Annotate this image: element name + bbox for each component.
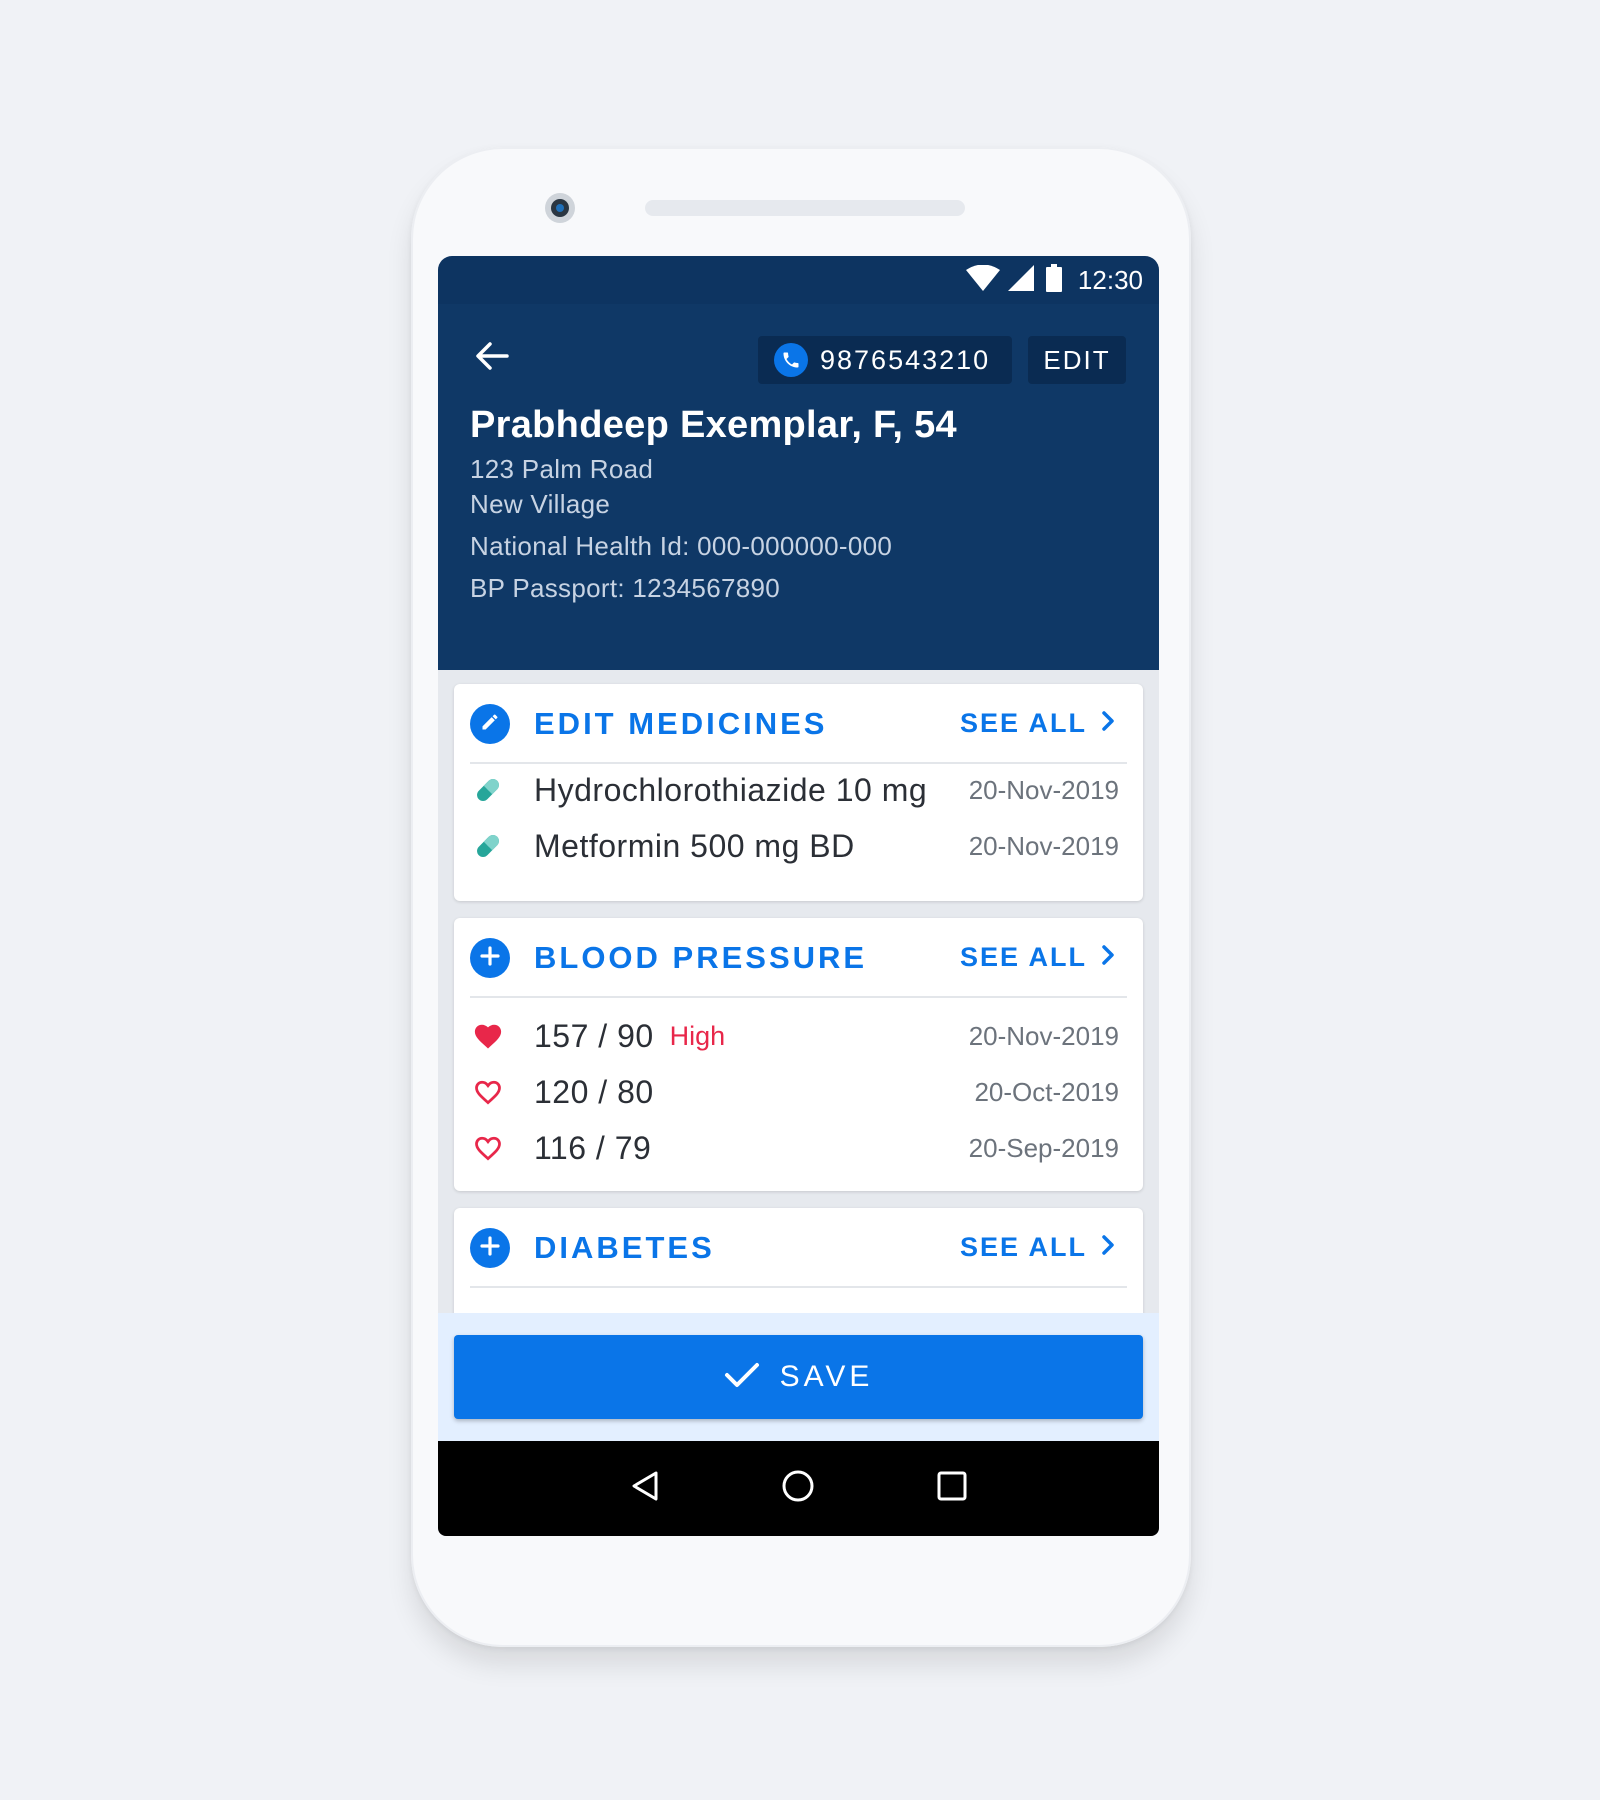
patient-name: Prabhdeep Exemplar, F, 54: [470, 404, 957, 446]
wifi-icon: [965, 264, 1000, 296]
back-arrow-icon: [475, 341, 509, 376]
bp-passport: BP Passport: 1234567890: [470, 573, 780, 603]
diabetes-title: DIABETES: [534, 1230, 715, 1265]
bp-reading-value: 120 / 80: [534, 1073, 654, 1110]
bp-reading-row: 157 / 90 High 20-Nov-2019: [470, 1012, 1119, 1060]
plus-icon: [480, 945, 500, 971]
front-camera: [545, 193, 575, 223]
bp-reading-date: 20-Nov-2019: [968, 1020, 1119, 1051]
plus-icon: [480, 1235, 500, 1261]
outline-heart-icon: [470, 1078, 506, 1106]
bp-reading-row: 120 / 80 20-Oct-2019: [470, 1068, 1119, 1116]
bp-reading-date: 20-Sep-2019: [968, 1132, 1119, 1163]
see-all-label: SEE ALL: [959, 708, 1087, 738]
earpiece-speaker: [645, 200, 965, 216]
save-bar: SAVE: [438, 1313, 1159, 1441]
nav-home-button[interactable]: [774, 1465, 822, 1513]
chevron-right-icon: [1101, 708, 1115, 739]
medicines-title: EDIT MEDICINES: [534, 706, 828, 741]
medicines-card: EDIT MEDICINES SEE ALL Hydrochlorothiazi…: [454, 684, 1143, 901]
chevron-right-icon: [1101, 942, 1115, 973]
outline-heart-icon: [470, 1134, 506, 1162]
medicine-name: Hydrochlorothiazide 10 mg: [534, 771, 928, 808]
checkmark-icon: [724, 1361, 760, 1394]
bp-high-flag: High: [669, 1020, 726, 1051]
address-line-1: 123 Palm Road: [470, 454, 654, 484]
medicine-date: 20-Nov-2019: [968, 774, 1119, 805]
status-time: 12:30: [1077, 264, 1143, 295]
edit-patient-button[interactable]: EDIT: [1028, 336, 1126, 384]
medicine-row: Metformin 500 mg BD 20-Nov-2019: [470, 822, 1119, 870]
medicines-card-header: EDIT MEDICINES SEE ALL: [470, 684, 1127, 764]
nav-recents-button[interactable]: [928, 1465, 976, 1513]
pencil-icon: [480, 712, 500, 737]
filled-heart-icon: [470, 1022, 506, 1050]
app-screen: 12:30 9876543210 EDIT Prabhdeep Exemplar…: [438, 256, 1159, 1536]
medicines-see-all-link[interactable]: SEE ALL: [960, 708, 1115, 739]
add-diabetes-button[interactable]: [470, 1228, 510, 1268]
nav-back-button[interactable]: [621, 1465, 669, 1513]
blood-pressure-card-header: BLOOD PRESSURE SEE ALL: [470, 918, 1127, 998]
medicine-row: Hydrochlorothiazide 10 mg 20-Nov-2019: [470, 766, 1119, 814]
diabetes-card-header: DIABETES SEE ALL: [470, 1208, 1127, 1288]
blood-pressure-see-all-link[interactable]: SEE ALL: [960, 942, 1115, 973]
cellular-signal-icon: [1007, 264, 1034, 296]
bp-reading-value: 116 / 79: [534, 1129, 652, 1166]
diabetes-see-all-link[interactable]: SEE ALL: [960, 1232, 1115, 1263]
status-bar: 12:30: [438, 256, 1159, 304]
edit-medicines-button[interactable]: [470, 704, 510, 744]
national-health-id: National Health Id: 000-000000-000: [470, 531, 893, 561]
medicine-name: Metformin 500 mg BD: [534, 827, 855, 864]
pill-icon: [470, 831, 506, 861]
circle-home-icon: [781, 1469, 815, 1508]
blood-pressure-card: BLOOD PRESSURE SEE ALL 157 / 90 High 20-…: [454, 918, 1143, 1191]
bp-reading-value: 157 / 90: [534, 1017, 654, 1054]
blood-pressure-title: BLOOD PRESSURE: [534, 940, 868, 975]
save-label: SAVE: [779, 1360, 874, 1393]
battery-icon: [1045, 263, 1062, 297]
save-button[interactable]: SAVE: [454, 1335, 1143, 1419]
chevron-right-icon: [1101, 1232, 1115, 1263]
bp-reading-row: 116 / 79 20-Sep-2019: [470, 1124, 1119, 1172]
medicine-date: 20-Nov-2019: [968, 830, 1119, 861]
see-all-label: SEE ALL: [959, 1232, 1087, 1262]
patient-phone-number: 9876543210: [820, 344, 991, 375]
back-button[interactable]: [472, 338, 512, 378]
phone-icon: [774, 343, 808, 377]
patient-header: 9876543210 EDIT Prabhdeep Exemplar, F, 5…: [438, 304, 1159, 670]
android-nav-bar: [438, 1441, 1159, 1536]
address-line-2: New Village: [470, 489, 611, 519]
call-patient-button[interactable]: 9876543210: [758, 336, 1012, 384]
see-all-label: SEE ALL: [959, 942, 1087, 972]
pill-icon: [470, 775, 506, 805]
bp-reading-date: 20-Oct-2019: [974, 1076, 1119, 1107]
triangle-back-icon: [630, 1470, 660, 1507]
add-blood-pressure-button[interactable]: [470, 938, 510, 978]
square-recents-icon: [936, 1470, 968, 1507]
